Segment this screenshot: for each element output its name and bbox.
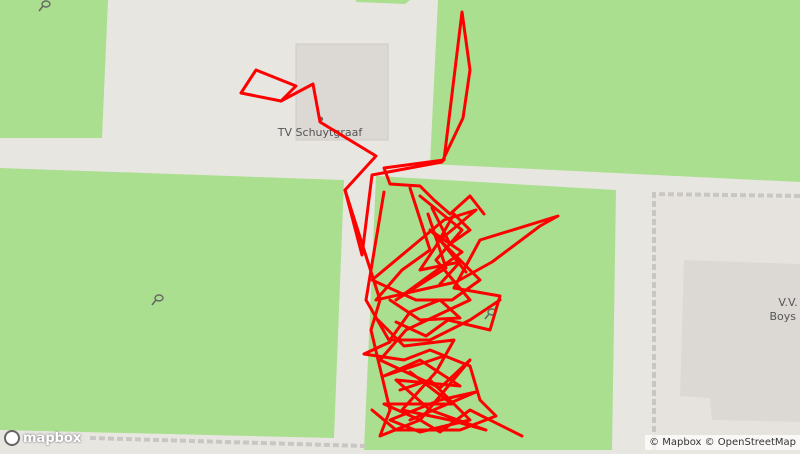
map-canvas[interactable]: TV Schuytgraaf V.V. Boys S bbox=[0, 0, 800, 450]
grass-field-top-left bbox=[0, 0, 108, 138]
grass-field-top-right bbox=[430, 0, 800, 182]
grass-field-left bbox=[0, 168, 344, 438]
building-label-2: Boys S bbox=[770, 310, 800, 323]
mapbox-logo[interactable]: mapbox bbox=[4, 430, 81, 446]
building-label: V.V. bbox=[778, 296, 797, 309]
club-label: TV Schuytgraaf bbox=[277, 126, 364, 139]
mapbox-logo-icon bbox=[4, 430, 20, 446]
map-attribution[interactable]: © Mapbox © OpenStreetMap bbox=[645, 435, 800, 450]
mapbox-logo-text: mapbox bbox=[23, 431, 81, 446]
map-view[interactable]: TV Schuytgraaf V.V. Boys S bbox=[0, 0, 800, 450]
